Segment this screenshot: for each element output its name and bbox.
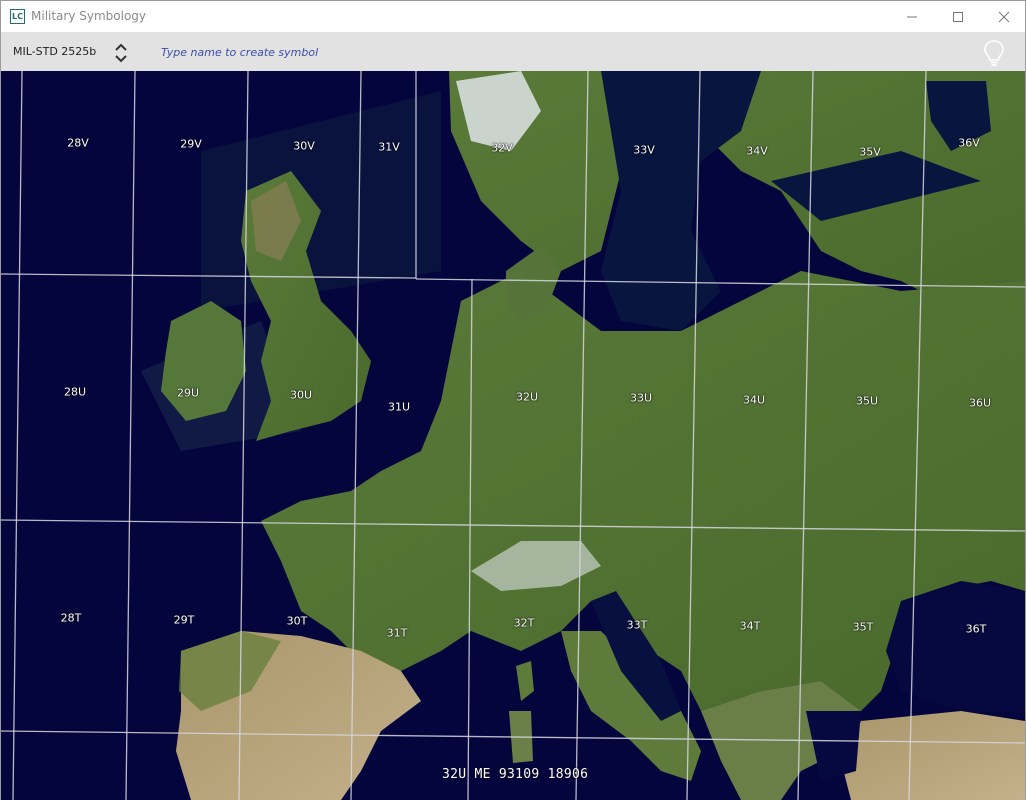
zone-label-36t: 36T	[965, 622, 987, 636]
zone-label-35u: 35U	[855, 394, 879, 408]
zone-label-32v: 32V	[491, 141, 513, 155]
zone-label-29t: 29T	[173, 613, 195, 627]
black-sea	[886, 581, 1025, 711]
coordinate-readout: 32U ME 93109 18906	[442, 767, 589, 782]
landmass-turkey	[841, 711, 1025, 800]
maximize-icon	[953, 11, 963, 22]
zone-label-30t: 30T	[286, 614, 308, 628]
lightbulb-button[interactable]	[981, 38, 1007, 68]
minimize-button[interactable]	[889, 1, 935, 32]
app-window: LC Military Symbology MIL-STD 2525b Type…	[0, 0, 1026, 800]
zone-label-32t: 32T	[513, 616, 535, 630]
lightbulb-icon	[984, 40, 1004, 66]
zone-label-28v: 28V	[67, 136, 89, 150]
zone-label-33u: 33U	[629, 391, 653, 405]
zone-label-36u: 36U	[968, 396, 992, 410]
satellite-imagery	[1, 71, 1025, 800]
zone-label-28t: 28T	[60, 611, 82, 625]
chevron-up-down-icon	[115, 43, 127, 63]
zone-label-29u: 29U	[176, 386, 200, 400]
zone-label-30u: 30U	[289, 388, 313, 402]
zone-label-33v: 33V	[633, 143, 655, 157]
zone-label-35t: 35T	[852, 620, 874, 634]
close-button[interactable]	[981, 1, 1026, 32]
zone-label-34v: 34V	[746, 144, 768, 158]
title-bar: LC Military Symbology	[1, 1, 1025, 32]
zone-label-34u: 34U	[742, 393, 766, 407]
zone-label-30v: 30V	[293, 139, 315, 153]
zone-label-33t: 33T	[626, 618, 648, 632]
zone-label-28u: 28U	[63, 385, 87, 399]
zone-label-36v: 36V	[958, 136, 980, 150]
zone-label-29v: 29V	[180, 137, 202, 151]
standard-toggle-button[interactable]	[111, 41, 131, 65]
zone-label-32u: 32U	[515, 390, 539, 404]
zone-label-34t: 34T	[739, 619, 761, 633]
zone-label-31t: 31T	[386, 626, 408, 640]
close-icon	[998, 11, 1010, 22]
symbol-search-input[interactable]	[161, 42, 661, 62]
zone-label-31u: 31U	[387, 400, 411, 414]
zone-label-31v: 31V	[378, 140, 400, 154]
maximize-button[interactable]	[935, 1, 981, 32]
symbol-standard-label: MIL-STD 2525b	[13, 45, 97, 58]
app-logo-icon: LC	[10, 9, 25, 24]
zone-label-35v: 35V	[859, 145, 881, 159]
map-view[interactable]: 28V 29V 30V 31V 32V 33V 34V 35V 36V 28U 29U 30U 31U 3…	[1, 71, 1025, 800]
window-title: Military Symbology	[31, 9, 147, 23]
minimize-icon	[907, 16, 917, 17]
toolbar: MIL-STD 2525b	[1, 32, 1025, 71]
